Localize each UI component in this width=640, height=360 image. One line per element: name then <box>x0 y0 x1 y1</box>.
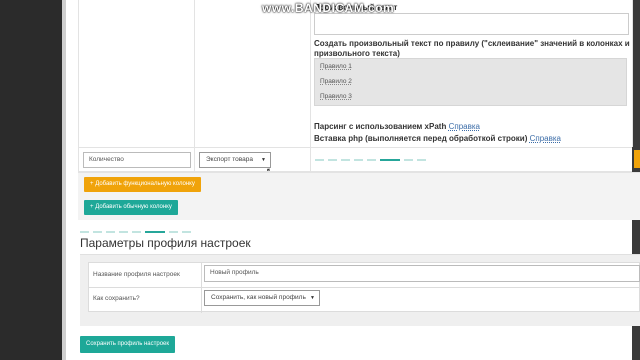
caret-down-icon: ▼ <box>310 295 315 301</box>
add-functional-column-button[interactable]: + Добавить функциональную колонку <box>84 177 201 192</box>
add-regular-column-button[interactable]: + Добавить обычную колонку <box>84 200 178 215</box>
column-type-select[interactable]: Экспорт товара ▼ <box>199 152 271 168</box>
rule-item[interactable]: Правило 1 <box>320 63 352 70</box>
xpath-title-text: Парсинг с использованием xPath <box>314 122 447 131</box>
section-divider-dashes <box>80 231 200 233</box>
side-tab[interactable] <box>634 150 640 168</box>
php-help-link[interactable]: Справка <box>530 134 561 143</box>
plus-icon: + <box>90 204 94 210</box>
custom-text-textarea[interactable] <box>314 13 629 35</box>
rule-item[interactable]: Правило 3 <box>320 93 352 100</box>
column-name-input[interactable]: Количество <box>83 152 191 168</box>
table-row-divider <box>78 147 632 148</box>
save-mode-label: Как сохранить? <box>93 295 140 302</box>
tab-indicator[interactable] <box>315 159 435 161</box>
column-type-select-value: Экспорт товара <box>206 156 253 163</box>
save-mode-select-value: Сохранить, как новый профиль <box>211 294 306 301</box>
rule-text-title: Создать произвольный текст по правилу ("… <box>314 39 630 58</box>
profile-name-label: Название профиля настроек <box>93 271 180 278</box>
save-profile-button[interactable]: Сохранить профиль настроек <box>80 336 176 353</box>
settings-title: Параметры профиля настроек <box>80 236 251 250</box>
plus-icon: + <box>90 181 94 187</box>
rule-item[interactable]: Правило 2 <box>320 78 352 85</box>
table-border-right <box>632 0 633 147</box>
left-sidebar-strip <box>0 0 66 360</box>
php-title: Вставка php (выполняется перед обработко… <box>314 134 561 144</box>
profile-name-input[interactable]: Новый профиль <box>204 265 640 282</box>
caret-down-icon: ▼ <box>261 157 266 163</box>
php-title-text: Вставка php (выполняется перед обработко… <box>314 134 528 143</box>
rules-list: Правило 1 Правило 2 Правило 3 <box>314 58 627 106</box>
page: Произвольный текст Создать произвольный … <box>0 0 640 360</box>
xpath-title: Парсинг с использованием xPath Справка <box>314 122 480 132</box>
bandicam-watermark: www.BANDICAM.com <box>262 1 395 15</box>
xpath-help-link[interactable]: Справка <box>449 122 480 131</box>
save-mode-select[interactable]: Сохранить, как новый профиль ▼ <box>204 290 320 306</box>
